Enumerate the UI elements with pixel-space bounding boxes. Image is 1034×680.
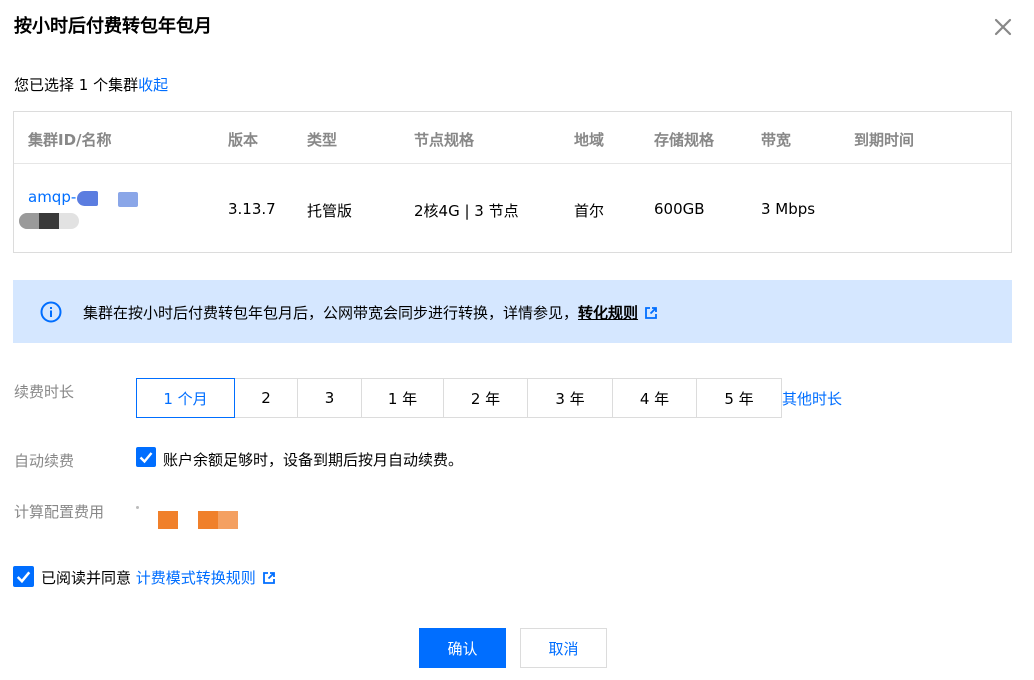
period-option-2-year[interactable]: 2 年 [443, 378, 528, 418]
masked-cost-value [158, 511, 178, 529]
auto-renew-checkbox[interactable] [136, 447, 156, 467]
dialog-title: 按小时后付费转包年包月 [14, 16, 212, 37]
period-option-1-year[interactable]: 1 年 [361, 378, 444, 418]
auto-renew-text: 账户余额足够时，设备到期后按月自动续费。 [163, 451, 464, 469]
renewal-duration-selector: 1 个月 2 3 1 年 2 年 3 年 4 年 5 年 [136, 378, 782, 418]
selection-count-text: 您已选择 1 个集群 [14, 76, 139, 94]
masked-cluster-id [77, 191, 98, 206]
info-notice: 集群在按小时后付费转包年包月后，公网带宽会同步进行转换，详情参见，转化规则 [13, 280, 1012, 343]
period-option-4-year[interactable]: 4 年 [612, 378, 697, 418]
period-option-5-year[interactable]: 5 年 [696, 378, 782, 418]
notice-text-line: 集群在按小时后付费转包年包月后，公网带宽会同步进行转换，详情参见，转化规则 [83, 302, 658, 323]
masked-cluster-id-2 [118, 192, 138, 207]
period-option-3[interactable]: 3 [297, 378, 362, 418]
header-cluster-id: 集群ID/名称 [28, 131, 112, 149]
renewal-duration-label: 续费时长 [14, 383, 75, 401]
billing-conversion-rules-label: 计费模式转换规则 [135, 569, 256, 587]
cluster-id-link[interactable]: amqp- [28, 188, 76, 206]
cell-type: 托管版 [307, 202, 353, 220]
cell-region: 首尔 [574, 202, 605, 220]
close-button[interactable] [992, 16, 1014, 38]
notice-text: 集群在按小时后付费转包年包月后，公网带宽会同步进行转换，详情参见， [83, 304, 579, 322]
billing-conversion-rules-link[interactable]: 计费模式转换规则 [136, 569, 276, 587]
table-header: 集群ID/名称 版本 类型 节点规格 地域 存储规格 带宽 到期时间 [14, 112, 1011, 164]
header-expiry: 到期时间 [854, 131, 915, 149]
header-type: 类型 [307, 131, 338, 149]
cell-version: 3.13.7 [228, 200, 276, 218]
external-link-icon[interactable] [644, 306, 658, 320]
cluster-table: 集群ID/名称 版本 类型 节点规格 地域 存储规格 带宽 到期时间 amqp-… [13, 111, 1012, 253]
header-version: 版本 [228, 131, 259, 149]
agreement-text: 已阅读并同意 [41, 569, 132, 587]
cell-node-spec: 2核4G | 3 节点 [414, 202, 519, 220]
masked-cluster-name-2 [19, 213, 39, 229]
period-option-2[interactable]: 2 [234, 378, 298, 418]
masked-cost-dot [136, 506, 139, 509]
collapse-link[interactable]: 收起 [138, 76, 168, 94]
agreement-text-line: 已阅读并同意 计费模式转换规则 [41, 567, 276, 588]
header-storage: 存储规格 [654, 131, 715, 149]
period-option-3-year[interactable]: 3 年 [527, 378, 613, 418]
cluster-id-prefix: amqp- [28, 188, 77, 206]
compute-cost-label: 计算配置费用 [14, 503, 105, 521]
external-link-icon [262, 572, 275, 584]
auto-renew-label: 自动续费 [14, 452, 75, 470]
confirm-button[interactable]: 确认 [419, 628, 506, 668]
agreement-checkbox[interactable] [13, 566, 34, 587]
masked-cost-value-3 [218, 511, 238, 529]
conversion-rules-link[interactable]: 转化规则 [578, 304, 638, 322]
other-duration-link[interactable]: 其他时长 [782, 388, 842, 409]
info-icon [40, 301, 62, 323]
masked-cost-value-2 [198, 511, 218, 529]
cancel-button[interactable]: 取消 [520, 628, 607, 668]
checkmark-icon [139, 452, 153, 464]
cell-bandwidth: 3 Mbps [761, 200, 816, 218]
header-bandwidth: 带宽 [761, 131, 792, 149]
masked-cluster-name-3 [39, 213, 59, 229]
cell-storage: 600GB [654, 200, 705, 218]
close-icon [994, 18, 1012, 36]
header-node-spec: 节点规格 [414, 131, 475, 149]
checkmark-icon [16, 571, 31, 584]
selection-summary: 您已选择 1 个集群收起 [14, 74, 168, 95]
header-region: 地域 [574, 131, 605, 149]
period-option-1-month[interactable]: 1 个月 [136, 378, 235, 418]
